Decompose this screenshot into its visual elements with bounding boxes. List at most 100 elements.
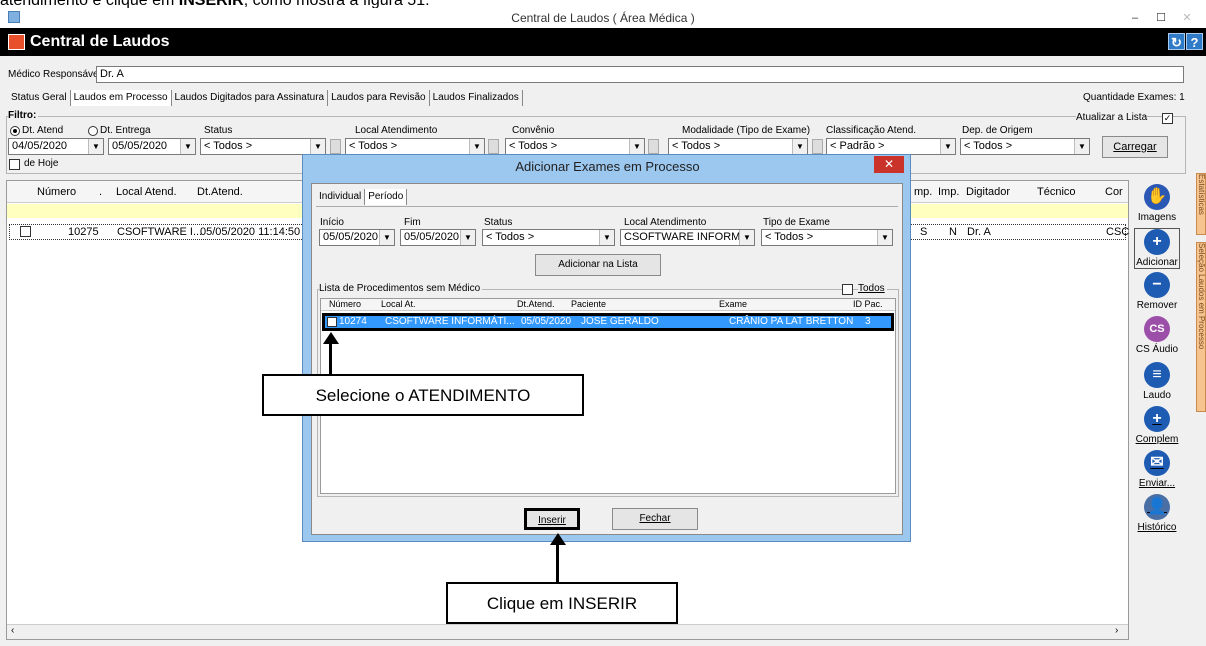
carregar-button[interactable]: Carregar	[1102, 136, 1168, 158]
convenio-value: < Todos >	[509, 140, 558, 152]
app-header: Central de Laudos ↻ ?	[0, 28, 1206, 56]
tab-laudos-em-processo[interactable]: Laudos em Processo	[70, 90, 172, 106]
convenio-select[interactable]: < Todos > ▼	[505, 138, 645, 155]
local-filter-icon[interactable]	[488, 139, 499, 154]
dialog-close-button[interactable]: ✕	[874, 156, 904, 173]
col-local-atend[interactable]: Local Atend.	[116, 186, 177, 198]
col-paciente[interactable]: Paciente	[571, 299, 606, 309]
col-numero[interactable]: Número	[329, 299, 361, 309]
tab-laudos-digitados[interactable]: Laudos Digitados para Assinatura	[172, 90, 329, 106]
tab-laudos-finalizados[interactable]: Laudos Finalizados	[430, 90, 523, 106]
horizontal-scrollbar[interactable]: ‹ ›	[7, 624, 1128, 639]
help-icon[interactable]: ?	[1186, 33, 1203, 50]
chevron-down-icon: ▼	[180, 139, 195, 154]
proc-local: CSOFTWARE INFORMÁTI...	[385, 316, 515, 327]
fim-select[interactable]: 05/05/2020 ▼	[400, 229, 476, 246]
dep-origem-select[interactable]: < Todos > ▼	[960, 138, 1090, 155]
quantidade-exames: Quantidade Exames: 1	[1083, 92, 1185, 103]
convenio-filter-icon[interactable]	[648, 139, 659, 154]
tab-status-geral[interactable]: Status Geral	[8, 90, 71, 106]
arrow-up-icon	[550, 533, 566, 545]
col-dot[interactable]: .	[99, 186, 102, 198]
main-tabs: Status Geral Laudos em Processo Laudos D…	[8, 90, 523, 106]
col-numero[interactable]: Número	[37, 186, 76, 198]
modalidade-filter-icon[interactable]	[812, 139, 823, 154]
fechar-button[interactable]: Fechar	[612, 508, 698, 530]
complem-button[interactable]: + Complem	[1134, 406, 1180, 445]
adicionar-label: Adicionar	[1136, 257, 1178, 268]
col-exame[interactable]: Exame	[719, 299, 747, 309]
modalidade-select[interactable]: < Todos > ▼	[668, 138, 808, 155]
todos-checkbox[interactable]	[842, 284, 853, 295]
status-value: < Todos >	[204, 140, 253, 152]
close-button[interactable]: ✕	[1176, 11, 1198, 25]
enviar-button[interactable]: ✉ Enviar...	[1134, 450, 1180, 489]
tipo-exame-select[interactable]: < Todos > ▼	[761, 229, 893, 246]
maximize-button[interactable]: ☐	[1150, 11, 1172, 25]
row-n: N	[949, 226, 957, 238]
col-id-pac[interactable]: ID Pac.	[853, 299, 883, 309]
row-digitador: Dr. A	[967, 226, 991, 238]
col-digitador[interactable]: Digitador	[966, 186, 1010, 198]
row-local: CSOFTWARE I...	[117, 226, 203, 238]
status-select[interactable]: < Todos > ▼	[200, 138, 326, 155]
chevron-down-icon: ▼	[629, 139, 644, 154]
tab-individual[interactable]: Individual	[316, 189, 366, 205]
app-title: Central de Laudos	[30, 33, 170, 50]
col-local-at[interactable]: Local At.	[381, 299, 416, 309]
tab-laudos-revisao[interactable]: Laudos para Revisão	[328, 90, 430, 106]
dt-atend-label: Dt. Atend	[22, 125, 64, 136]
row-numero: 10275	[68, 226, 99, 238]
tab-selecao-laudos[interactable]: Seleção Laudos em Processo	[1196, 242, 1206, 412]
dialog-local-label: Local Atendimento	[624, 217, 707, 228]
cs-audio-icon: CS	[1144, 316, 1170, 342]
table-row[interactable]: 10274 CSOFTWARE INFORMÁTI... 05/05/2020 …	[322, 313, 894, 331]
historico-button[interactable]: 👤 Histórico	[1134, 494, 1180, 533]
tab-periodo[interactable]: Período	[365, 189, 408, 205]
laudo-button[interactable]: ≡ Laudo	[1134, 362, 1180, 401]
col-dt-atend[interactable]: Dt.Atend.	[197, 186, 243, 198]
proc-numero: 10274	[339, 316, 367, 327]
dt-atend-radio[interactable]	[10, 126, 20, 136]
dep-origem-value: < Todos >	[964, 140, 1013, 152]
remover-button[interactable]: − Remover	[1134, 272, 1180, 311]
date-from-select[interactable]: 04/05/2020 ▼	[8, 138, 104, 155]
classificacao-select[interactable]: < Padrão > ▼	[826, 138, 956, 155]
convenio-label: Convênio	[512, 125, 555, 136]
dialog-local-select[interactable]: CSOFTWARE INFORMÁTI ▼	[620, 229, 755, 246]
medico-field[interactable]: Dr. A	[96, 66, 1184, 83]
col-imp[interactable]: Imp.	[938, 186, 959, 198]
de-hoje-label: de Hoje	[24, 158, 59, 169]
filter-label: Filtro:	[8, 110, 39, 121]
row-checkbox[interactable]	[327, 317, 337, 327]
row-checkbox[interactable]	[20, 226, 31, 237]
callout-selecione: Selecione o ATENDIMENTO	[262, 374, 584, 416]
imagens-button[interactable]: ✋ Imagens	[1134, 184, 1180, 223]
refresh-icon[interactable]: ↻	[1168, 33, 1185, 50]
dialog-body: Individual Período Início 05/05/2020 ▼ Fi…	[311, 183, 903, 535]
minimize-button[interactable]: –	[1124, 11, 1146, 25]
inserir-button[interactable]: Inserir	[524, 508, 580, 530]
local-select[interactable]: < Todos > ▼	[345, 138, 485, 155]
dt-entrega-radio[interactable]	[88, 126, 98, 136]
adicionar-lista-button[interactable]: Adicionar na Lista	[535, 254, 661, 276]
date-to-select[interactable]: 05/05/2020 ▼	[108, 138, 196, 155]
col-dt-atend[interactable]: Dt.Atend.	[517, 299, 555, 309]
medico-label: Médico Responsável:	[8, 69, 104, 80]
status-filter-icon[interactable]	[330, 139, 341, 154]
adicionar-button[interactable]: + Adicionar	[1134, 228, 1180, 269]
tab-estatisticas[interactable]: Estatísticas	[1196, 173, 1206, 235]
window-titlebar: Central de Laudos ( Área Médica ) – ☐ ✕	[0, 8, 1206, 28]
dialog-status-select[interactable]: < Todos > ▼	[482, 229, 615, 246]
inicio-select[interactable]: 05/05/2020 ▼	[319, 229, 395, 246]
cs-audio-button[interactable]: CS CS Áudio	[1134, 316, 1180, 355]
scroll-left-icon[interactable]: ‹	[11, 625, 14, 636]
col-cor[interactable]: Cor	[1105, 186, 1123, 198]
dialog-title: Adicionar Exames em Processo	[515, 159, 700, 174]
row-dt: 05/05/2020 11:14:50	[200, 226, 301, 238]
col-tecnico[interactable]: Técnico	[1037, 186, 1076, 198]
de-hoje-checkbox[interactable]	[9, 159, 20, 170]
col-mp[interactable]: mp.	[914, 186, 932, 198]
atualizar-checkbox[interactable]: ✓	[1162, 113, 1173, 124]
scroll-right-icon[interactable]: ›	[1115, 625, 1118, 636]
